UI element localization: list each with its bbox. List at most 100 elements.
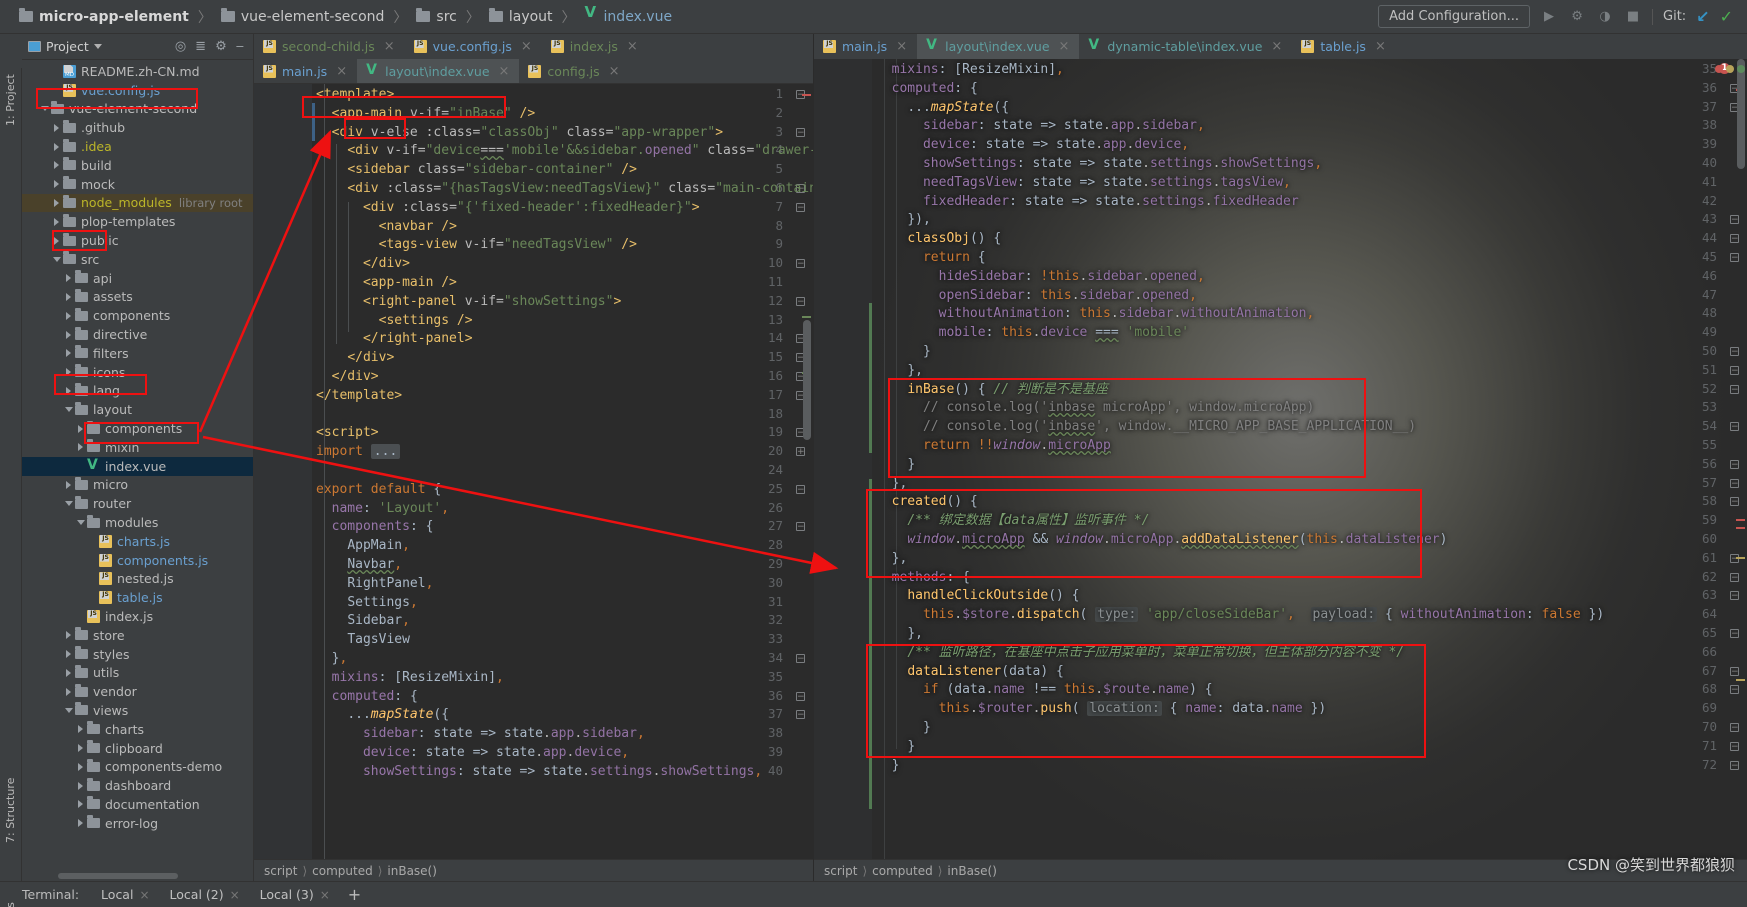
project-tree[interactable]: README.zh-CN.md vue.config.js vue-element-…	[22, 60, 253, 881]
tree-node-charts-js[interactable]: charts.js	[22, 530, 253, 551]
run-icon[interactable]: ▶	[1540, 8, 1558, 26]
editor-scrollbar-thumb[interactable]	[803, 320, 811, 440]
warning-marker[interactable]	[1736, 679, 1745, 681]
tree-node-dashboard[interactable]: dashboard	[22, 776, 253, 795]
collapse-arrow-icon[interactable]	[62, 501, 75, 507]
git-commit-icon[interactable]: ✓	[1720, 7, 1733, 26]
editor-marker-bar[interactable]	[800, 84, 813, 859]
error-marker[interactable]	[802, 94, 811, 96]
add-terminal-icon[interactable]: +	[348, 885, 361, 904]
chevron-down-icon[interactable]	[93, 44, 102, 49]
close-icon[interactable]: ×	[1059, 39, 1070, 54]
editor-tab-config-js[interactable]: config.js ×	[519, 59, 629, 83]
expand-arrow-icon[interactable]	[62, 687, 75, 696]
tree-node-mixin[interactable]: mixin	[22, 438, 253, 457]
close-icon[interactable]: ×	[627, 39, 638, 54]
crumb-inbase[interactable]: inBase()	[947, 864, 997, 878]
code-editor-left[interactable]: 1− <template> 2 <app-main v-if="inBase" />…	[254, 84, 813, 859]
tree-node--idea[interactable]: .idea	[22, 137, 253, 156]
collapse-arrow-icon[interactable]	[74, 520, 87, 526]
tree-node-api[interactable]: api	[22, 269, 253, 288]
expand-arrow-icon[interactable]	[74, 800, 87, 809]
close-icon[interactable]: ×	[1375, 39, 1386, 54]
close-icon[interactable]: ×	[499, 64, 510, 79]
expand-arrow-icon[interactable]	[50, 217, 63, 226]
editor-tab-table-js[interactable]: table.js ×	[1292, 34, 1396, 59]
breadcrumb-item-project[interactable]: micro-app-element	[16, 7, 192, 27]
editor-gutter[interactable]	[814, 59, 872, 859]
tree-horizontal-scrollbar[interactable]	[58, 873, 178, 879]
tree-node-router[interactable]: router	[22, 494, 253, 513]
tree-node-build[interactable]: build	[22, 156, 253, 175]
tree-node-components-demo[interactable]: components-demo	[22, 757, 253, 776]
terminal-tab-local--2-[interactable]: Local (2) ×	[160, 887, 250, 902]
collapse-arrow-icon[interactable]	[38, 106, 51, 112]
tree-node-error-log[interactable]: error-log	[22, 814, 253, 833]
tree-node-components[interactable]: components	[22, 419, 253, 438]
tree-node-layout[interactable]: layout	[22, 400, 253, 419]
tree-node-utils[interactable]: utils	[22, 664, 253, 683]
expand-arrow-icon[interactable]	[62, 349, 75, 358]
breadcrumb-item-module[interactable]: vue-element-second	[218, 7, 388, 27]
editor-tabs-row-2[interactable]: main.js × layout\index.vue × config.js ×	[254, 59, 813, 84]
add-configuration-button[interactable]: Add Configuration...	[1378, 5, 1531, 28]
expand-arrow-icon[interactable]	[50, 161, 63, 170]
expand-arrow-icon[interactable]	[74, 762, 87, 771]
close-icon[interactable]: ×	[139, 888, 149, 902]
run-with-coverage-icon[interactable]: ◑	[1596, 8, 1614, 26]
editor-tab-main-js[interactable]: main.js ×	[814, 34, 917, 59]
tree-node-components-js[interactable]: components.js	[22, 549, 253, 570]
tree-node-vue-config-js[interactable]: vue.config.js	[22, 79, 253, 100]
expand-arrow-icon[interactable]	[50, 142, 63, 151]
collapse-arrow-icon[interactable]	[50, 256, 63, 262]
tree-node-vue-element-second[interactable]: vue-element-second	[22, 100, 253, 119]
locate-icon[interactable]: ◎	[175, 40, 186, 53]
expand-arrow-icon[interactable]	[74, 725, 87, 734]
hide-icon[interactable]: ‒	[236, 40, 244, 53]
tree-node-filters[interactable]: filters	[22, 344, 253, 363]
expand-arrow-icon[interactable]	[62, 330, 75, 339]
expand-arrow-icon[interactable]	[62, 386, 75, 395]
breadcrumb-item-src[interactable]: src	[413, 7, 459, 27]
tree-node-micro[interactable]: micro	[22, 476, 253, 495]
debug-icon[interactable]: ⚙	[1568, 8, 1586, 26]
close-icon[interactable]: ×	[521, 39, 532, 54]
expand-arrow-icon[interactable]	[74, 744, 87, 753]
expand-arrow-icon[interactable]	[62, 311, 75, 320]
tree-node-charts[interactable]: charts	[22, 720, 253, 739]
close-icon[interactable]: ×	[1271, 39, 1282, 54]
expand-arrow-icon[interactable]	[62, 650, 75, 659]
tree-node-public[interactable]: public	[22, 231, 253, 250]
tree-node-components[interactable]: components	[22, 306, 253, 325]
tree-node-plop-templates[interactable]: plop-templates	[22, 212, 253, 231]
expand-arrow-icon[interactable]	[50, 198, 63, 207]
close-icon[interactable]: ×	[384, 39, 395, 54]
toolwindow-button-favorites[interactable]: 2: Favorites	[4, 902, 17, 907]
crumb-computed[interactable]: computed	[312, 864, 373, 878]
tree-node-readme-zh-cn-md[interactable]: README.zh-CN.md	[22, 62, 253, 81]
code-editor-right[interactable]: 1 35 mixins: [ResizeMixin], 36− computed…	[814, 59, 1747, 859]
editor-tab-vue-config-js[interactable]: vue.config.js ×	[405, 34, 542, 59]
tree-node-directive[interactable]: directive	[22, 325, 253, 344]
tree-node-nested-js[interactable]: nested.js	[22, 567, 253, 589]
close-icon[interactable]: ×	[896, 39, 907, 54]
breadcrumb-item-layout[interactable]: layout	[486, 7, 556, 27]
editor-tab-layout-index-vue[interactable]: layout\index.vue ×	[917, 34, 1080, 59]
editor-tab-dynamic-table-index-vue[interactable]: dynamic-table\index.vue ×	[1079, 34, 1292, 59]
tree-node-modules[interactable]: modules	[22, 513, 253, 532]
terminal-tab-local--3-[interactable]: Local (3) ×	[250, 887, 340, 902]
tree-node-index-vue[interactable]: index.vue	[22, 456, 253, 476]
collapse-arrow-icon[interactable]	[62, 707, 75, 713]
tree-node-table-js[interactable]: table.js	[22, 586, 253, 607]
tree-node-views[interactable]: views	[22, 701, 253, 720]
expand-arrow-icon[interactable]	[62, 480, 75, 489]
expand-arrow-icon[interactable]	[62, 292, 75, 301]
tree-node-mock[interactable]: mock	[22, 175, 253, 194]
warning-marker[interactable]	[802, 316, 811, 318]
expand-arrow-icon[interactable]	[50, 236, 63, 245]
close-icon[interactable]: ×	[336, 64, 347, 79]
tree-node-styles[interactable]: styles	[22, 645, 253, 664]
tree-node-index-js[interactable]: index.js	[22, 605, 253, 626]
expand-arrow-icon[interactable]	[74, 819, 87, 828]
tree-node-documentation[interactable]: documentation	[22, 795, 253, 814]
